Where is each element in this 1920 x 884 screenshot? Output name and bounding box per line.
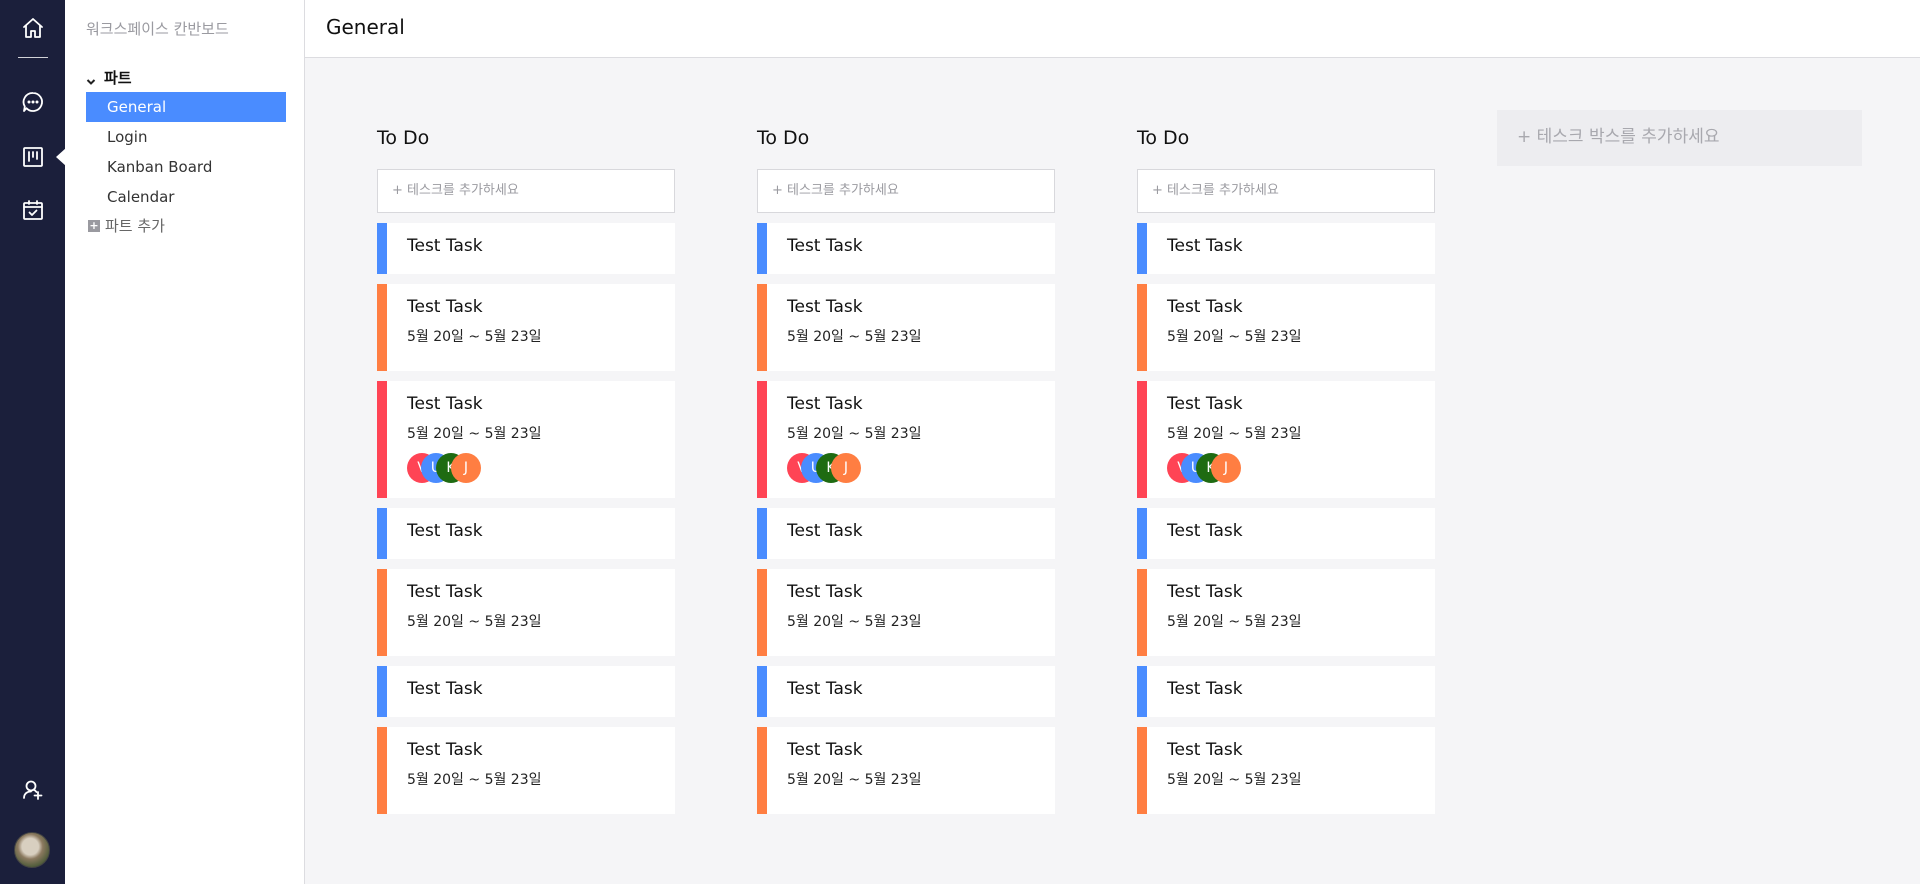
task-title: Test Task [1167, 297, 1243, 317]
page-title: General [326, 15, 405, 39]
task-title: Test Task [787, 521, 863, 541]
task-card[interactable]: Test Task [377, 508, 675, 559]
task-date-range: 5월 20일 ~ 5월 23일 [407, 329, 542, 345]
task-title: Test Task [787, 394, 863, 414]
plus-box-icon: + [88, 218, 100, 232]
task-date-range: 5월 20일 ~ 5월 23일 [407, 772, 542, 788]
task-title: Test Task [1167, 740, 1243, 760]
task-card[interactable]: Test Task [377, 223, 675, 274]
task-title: Test Task [787, 297, 863, 317]
part-section-label: 파트 [104, 69, 132, 87]
task-card[interactable]: Test Task [377, 666, 675, 717]
task-title: Test Task [787, 582, 863, 602]
add-part-button[interactable]: + 파트 추가 [88, 215, 165, 236]
task-date-range: 5월 20일 ~ 5월 23일 [787, 426, 922, 442]
task-card[interactable]: Test Task 5월 20일 ~ 5월 23일 [1137, 284, 1435, 371]
task-card[interactable]: Test Task5월 20일 ~ 5월 23일VUKJ [377, 381, 675, 498]
task-card[interactable]: Test Task 5월 20일 ~ 5월 23일 [757, 284, 1055, 371]
task-card[interactable]: Test Task [1137, 508, 1435, 559]
task-title: Test Task [787, 236, 863, 256]
task-title: Test Task [407, 582, 483, 602]
task-title: Test Task [787, 679, 863, 699]
home-icon[interactable] [0, 8, 65, 48]
task-card[interactable]: Test Task5월 20일 ~ 5월 23일VUKJ [1137, 381, 1435, 498]
part-section-toggle[interactable]: 파트 [86, 67, 132, 88]
add-task-input[interactable]: + 테스크를 추가하세요 [377, 169, 675, 213]
assignee-avatar[interactable]: J [451, 453, 481, 483]
task-title: Test Task [407, 740, 483, 760]
task-card[interactable]: Test Task5월 20일 ~ 5월 23일VUKJ [757, 381, 1055, 498]
assignee-avatar[interactable]: J [1211, 453, 1241, 483]
calendar-check-icon[interactable] [0, 190, 65, 230]
kanban-column: To Do + 테스크를 추가하세요 Test Task Test Task 5월 20… [377, 127, 675, 824]
sidebar-item-login[interactable]: Login [86, 122, 286, 152]
task-date-range: 5월 20일 ~ 5월 23일 [1167, 426, 1302, 442]
task-date-range: 5월 20일 ~ 5월 23일 [1167, 329, 1302, 345]
chat-icon[interactable] [0, 82, 65, 122]
add-part-label: 파트 추가 [105, 217, 165, 235]
task-title: Test Task [407, 297, 483, 317]
task-date-range: 5월 20일 ~ 5월 23일 [787, 772, 922, 788]
user-avatar[interactable] [14, 832, 50, 868]
task-title: Test Task [787, 740, 863, 760]
chevron-down-icon [86, 73, 96, 85]
task-card[interactable]: Test Task 5월 20일 ~ 5월 23일 [757, 569, 1055, 656]
task-title: Test Task [407, 394, 483, 414]
kanban-column: To Do + 테스크를 추가하세요 Test Task Test Task 5월 20… [1137, 127, 1435, 824]
task-card[interactable]: Test Task 5월 20일 ~ 5월 23일 [1137, 569, 1435, 656]
rail-divider [18, 57, 48, 58]
task-title: Test Task [1167, 521, 1243, 541]
assignee-avatar[interactable]: J [831, 453, 861, 483]
task-card[interactable]: Test Task 5월 20일 ~ 5월 23일 [1137, 727, 1435, 814]
task-date-range: 5월 20일 ~ 5월 23일 [787, 614, 922, 630]
task-date-range: 5월 20일 ~ 5월 23일 [1167, 614, 1302, 630]
task-card[interactable]: Test Task [757, 223, 1055, 274]
invite-user-icon[interactable] [0, 770, 65, 810]
add-task-box-button[interactable]: + 테스크 박스를 추가하세요 [1497, 110, 1862, 166]
task-title: Test Task [407, 236, 483, 256]
page-header: General [305, 0, 1920, 58]
task-card[interactable]: Test Task 5월 20일 ~ 5월 23일 [757, 727, 1055, 814]
sidebar: 워크스페이스 칸반보드 파트 General Login Kanban Boar… [65, 0, 305, 884]
workspace-title: 워크스페이스 칸반보드 [86, 20, 229, 38]
task-card[interactable]: Test Task [1137, 666, 1435, 717]
add-task-input[interactable]: + 테스크를 추가하세요 [757, 169, 1055, 213]
task-card[interactable]: Test Task 5월 20일 ~ 5월 23일 [377, 727, 675, 814]
task-title: Test Task [1167, 236, 1243, 256]
task-date-range: 5월 20일 ~ 5월 23일 [407, 614, 542, 630]
add-task-input[interactable]: + 테스크를 추가하세요 [1137, 169, 1435, 213]
task-date-range: 5월 20일 ~ 5월 23일 [787, 329, 922, 345]
icon-rail [0, 0, 66, 884]
task-card[interactable]: Test Task [1137, 223, 1435, 274]
task-card[interactable]: Test Task [757, 666, 1055, 717]
column-title: To Do [1137, 127, 1190, 149]
task-card[interactable]: Test Task [757, 508, 1055, 559]
sidebar-item-kanban-board[interactable]: Kanban Board [86, 152, 286, 182]
task-card[interactable]: Test Task 5월 20일 ~ 5월 23일 [377, 569, 675, 656]
task-title: Test Task [1167, 679, 1243, 699]
kanban-column: To Do + 테스크를 추가하세요 Test Task Test Task 5월 20… [757, 127, 1055, 824]
task-title: Test Task [1167, 394, 1243, 414]
task-title: Test Task [1167, 582, 1243, 602]
column-title: To Do [757, 127, 810, 149]
sidebar-item-general[interactable]: General [86, 92, 286, 122]
sidebar-item-calendar[interactable]: Calendar [86, 182, 286, 212]
column-title: To Do [377, 127, 430, 149]
task-date-range: 5월 20일 ~ 5월 23일 [1167, 772, 1302, 788]
task-title: Test Task [407, 521, 483, 541]
task-date-range: 5월 20일 ~ 5월 23일 [407, 426, 542, 442]
task-title: Test Task [407, 679, 483, 699]
task-card[interactable]: Test Task 5월 20일 ~ 5월 23일 [377, 284, 675, 371]
